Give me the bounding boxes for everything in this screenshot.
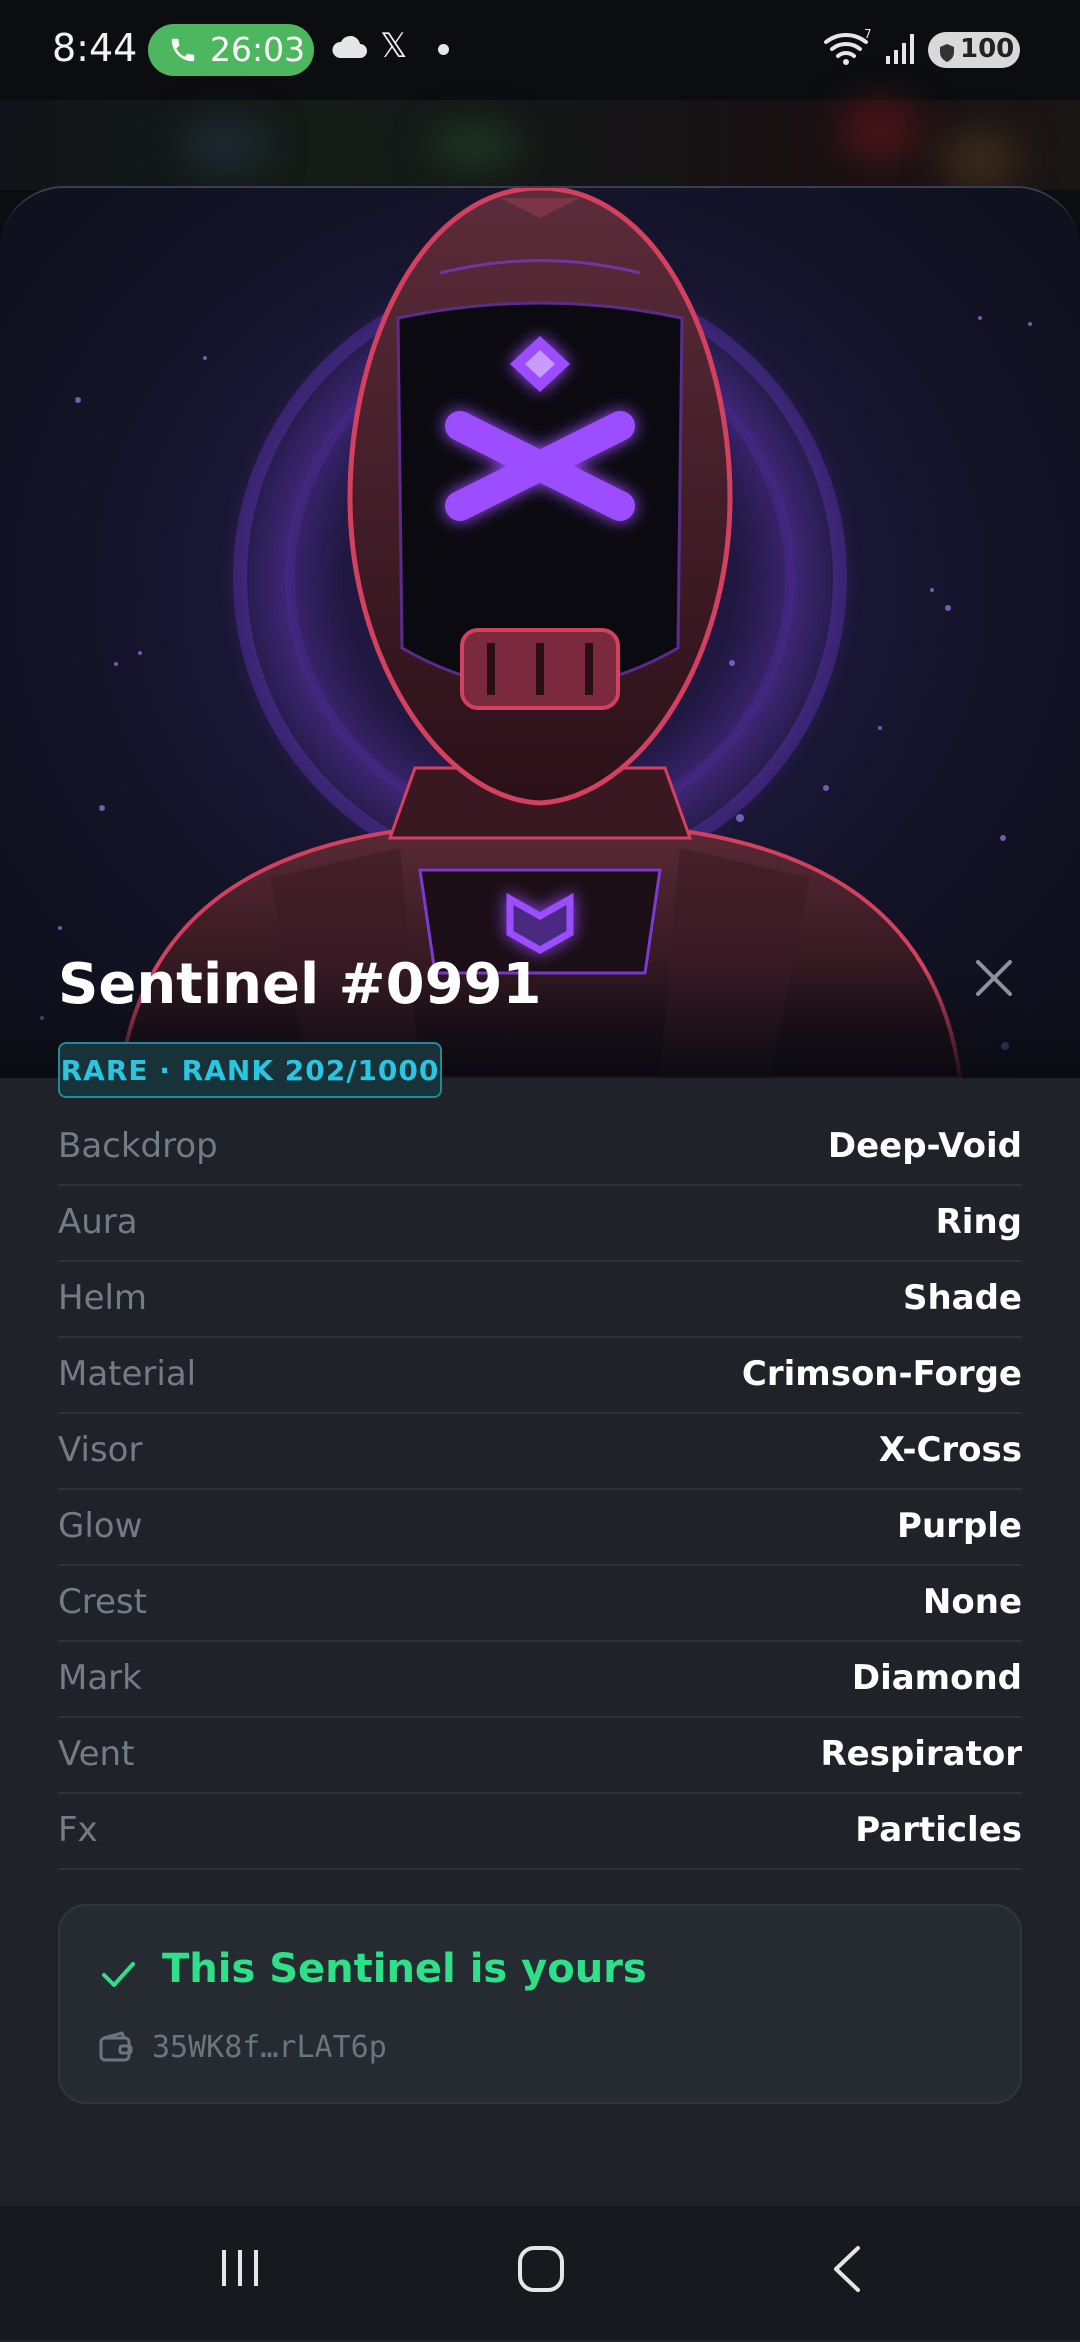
recent-apps-button[interactable] (216, 2244, 264, 2296)
trait-key: Vent (58, 1734, 135, 1774)
nft-title: Sentinel #0991 (58, 952, 542, 1017)
wallet-icon (98, 2030, 134, 2070)
trait-row: Vent Respirator (58, 1718, 1022, 1794)
back-button[interactable] (826, 2244, 866, 2298)
background-app-blur (0, 100, 1080, 190)
trait-row: Mark Diamond (58, 1642, 1022, 1718)
rarity-rank-label: RARE · RANK 202/1000 (60, 1054, 440, 1087)
wifi-icon: 7 (822, 27, 874, 72)
rarity-rank-badge: RARE · RANK 202/1000 (58, 1042, 442, 1098)
system-navigation-bar (0, 2206, 1080, 2340)
call-duration: 26:03 (210, 30, 306, 69)
check-icon (98, 1954, 138, 1998)
trait-key: Crest (58, 1582, 147, 1622)
battery-level: 100 (960, 34, 1015, 64)
ongoing-call-pill[interactable]: 26:03 (148, 24, 314, 76)
back-icon (834, 2246, 860, 2292)
x-app-icon: 𝕏 (380, 26, 408, 66)
trait-value: Shade (902, 1278, 1022, 1318)
status-bar: 8:44 26:03 𝕏 7 100 (0, 0, 1080, 100)
signal-icon (884, 30, 920, 70)
trait-row: Helm Shade (58, 1262, 1022, 1338)
nft-artwork (0, 188, 1080, 1078)
trait-value: None (922, 1582, 1022, 1622)
trait-row: Material Crimson-Forge (58, 1338, 1022, 1414)
trait-value: Respirator (820, 1734, 1022, 1774)
status-time: 8:44 (52, 26, 138, 70)
home-icon (518, 2246, 564, 2292)
recent-apps-icon (222, 2250, 258, 2286)
trait-row: Aura Ring (58, 1186, 1022, 1262)
trait-key: Glow (58, 1506, 143, 1546)
trait-key: Visor (58, 1430, 143, 1470)
trait-row: Fx Particles (58, 1794, 1022, 1870)
trait-value: Diamond (851, 1658, 1022, 1698)
battery-shield-icon (938, 40, 956, 70)
svg-text:7: 7 (864, 28, 872, 41)
trait-key: Mark (58, 1658, 142, 1698)
trait-value: Deep-Void (827, 1126, 1022, 1166)
ownership-card: This Sentinel is yours 35WK8f…rLAT6p (58, 1904, 1022, 2104)
trait-value: Crimson-Forge (741, 1354, 1022, 1394)
battery-indicator: 100 (928, 32, 1020, 68)
cloud-icon (330, 34, 368, 64)
phone-icon (168, 35, 198, 69)
trait-key: Material (58, 1354, 197, 1394)
trait-key: Helm (58, 1278, 148, 1318)
trait-value: Purple (897, 1506, 1022, 1546)
trait-value: X-Cross (878, 1430, 1022, 1470)
trait-key: Aura (58, 1202, 138, 1242)
trait-row: Visor X-Cross (58, 1414, 1022, 1490)
close-button[interactable] (970, 954, 1018, 1002)
trait-row: Backdrop Deep-Void (58, 1110, 1022, 1186)
trait-value: Particles (855, 1810, 1022, 1850)
ownership-message: This Sentinel is yours (162, 1946, 647, 1992)
home-button[interactable] (516, 2244, 566, 2298)
trait-key: Backdrop (58, 1126, 218, 1166)
traits-list: Backdrop Deep-Void Aura Ring Helm Shade Mat… (58, 1110, 1022, 1870)
trait-value: Ring (935, 1202, 1022, 1242)
nft-detail-sheet: Sentinel #0991 RARE · RANK 202/1000 Back… (0, 186, 1080, 2342)
close-icon (976, 960, 1012, 996)
trait-row: Crest None (58, 1566, 1022, 1642)
trait-row: Glow Purple (58, 1490, 1022, 1566)
wallet-address[interactable]: 35WK8f…rLAT6p (152, 2030, 387, 2065)
trait-key: Fx (58, 1810, 98, 1850)
notification-dot (438, 44, 449, 55)
